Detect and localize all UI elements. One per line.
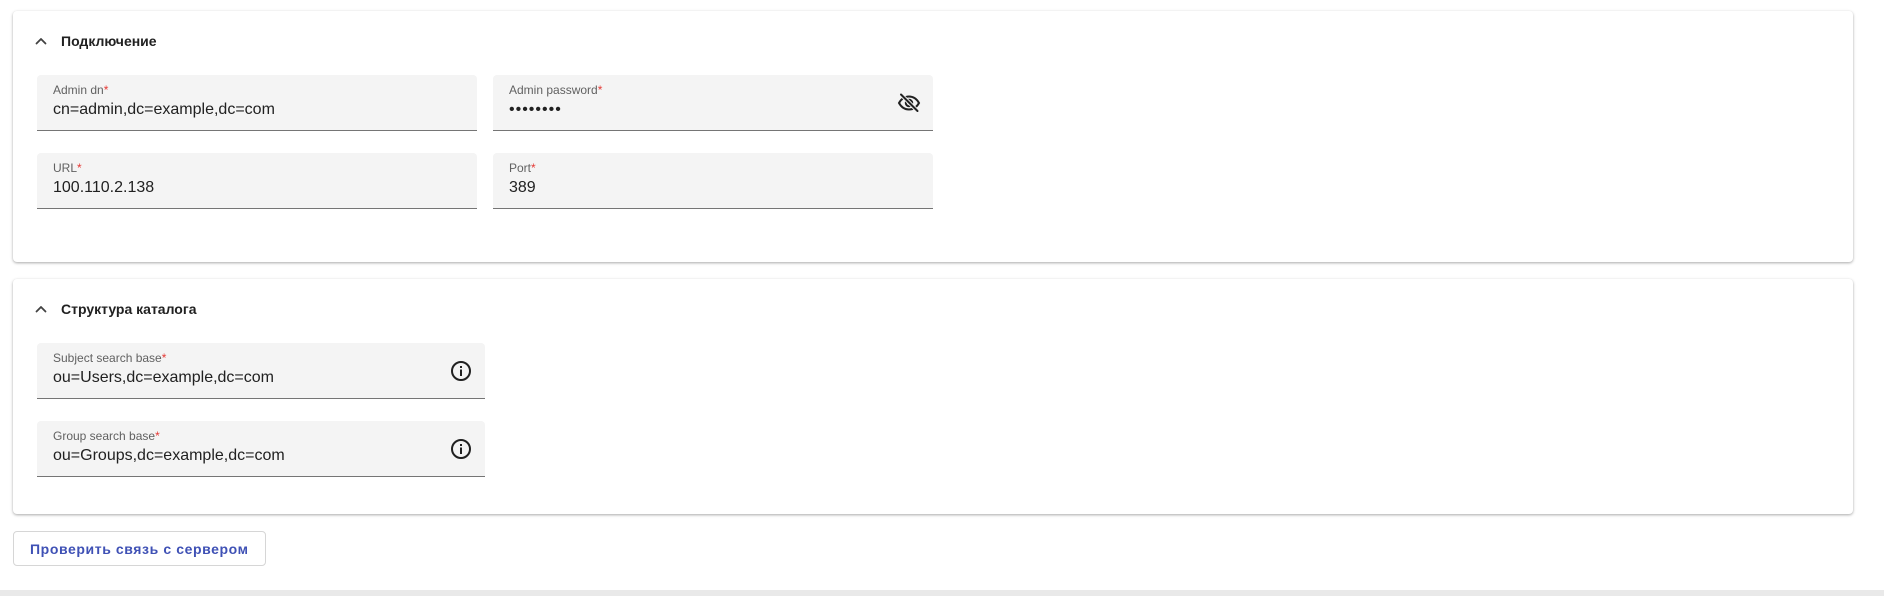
check-connection-button[interactable]: Проверить связь с сервером [13,531,266,566]
eye-off-icon[interactable] [897,91,921,115]
admin-password-label: Admin password* [509,83,603,97]
directory-structure-section: Структура каталога Subject search base* … [13,279,1853,514]
info-icon[interactable] [449,359,473,383]
connection-section-header[interactable]: Подключение [33,31,157,51]
group-search-base-value: ou=Groups,dc=example,dc=com [53,447,285,464]
bottom-divider [0,590,1884,596]
required-mark: * [161,351,167,365]
url-value: 100.110.2.138 [53,179,155,196]
required-mark: * [155,429,160,443]
url-label: URL* [53,161,82,175]
port-value: 389 [509,179,536,196]
connection-section: Подключение Admin dn* cn=admin,dc=exampl… [13,11,1853,262]
admin-password-field[interactable]: Admin password* •••••••• [493,75,933,131]
url-field[interactable]: URL* 100.110.2.138 [37,153,477,209]
admin-dn-value: cn=admin,dc=example,dc=com [53,101,275,118]
port-label: Port* [509,161,536,175]
structure-section-title: Структура каталога [61,301,197,317]
chevron-up-icon[interactable] [33,33,49,49]
subject-search-base-value: ou=Users,dc=example,dc=com [53,369,274,386]
info-icon[interactable] [449,437,473,461]
required-mark: * [597,83,603,97]
admin-password-value: •••••••• [509,101,562,118]
port-field[interactable]: Port* 389 [493,153,933,209]
subject-search-base-field[interactable]: Subject search base* ou=Users,dc=example… [37,343,485,399]
required-mark: * [77,161,82,175]
chevron-up-icon[interactable] [33,301,49,317]
required-mark: * [531,161,536,175]
admin-dn-label: Admin dn* [53,83,109,97]
group-search-base-label: Group search base* [53,429,160,443]
admin-dn-field[interactable]: Admin dn* cn=admin,dc=example,dc=com [37,75,477,131]
structure-section-header[interactable]: Структура каталога [33,299,196,319]
connection-section-title: Подключение [61,33,157,49]
group-search-base-field[interactable]: Group search base* ou=Groups,dc=example,… [37,421,485,477]
required-mark: * [103,83,109,97]
subject-search-base-label: Subject search base* [53,351,167,365]
